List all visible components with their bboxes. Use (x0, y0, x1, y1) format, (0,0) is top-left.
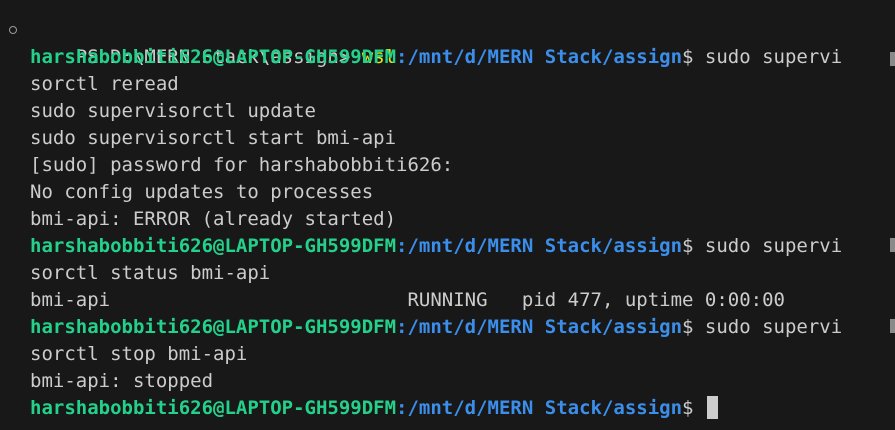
terminal-line-ps-prompt: PS D:\MERN Stack\assign> wsl (0, 17, 895, 68)
prompt-command: $ sudo supervi (682, 316, 843, 338)
prompt-path: :/mnt/d/MERN Stack/assign (396, 235, 683, 257)
terminal-line-output: bmi-api: stopped (30, 370, 214, 392)
prompt-user-host: harshabobbiti626@LAPTOP-GH599DFM (30, 316, 397, 338)
terminal-line-prompt: harshabobbiti626@LAPTOP-GH599DFM:/mnt/d/… (0, 44, 895, 71)
prompt-path: :/mnt/d/MERN Stack/assign (396, 397, 683, 419)
prompt-dollar: $ (682, 397, 705, 419)
scrollbar-marker[interactable] (890, 238, 895, 252)
terminal-line-output: sorctl status bmi-api (30, 262, 271, 284)
scrollbar-marker[interactable] (890, 319, 895, 333)
terminal-line-prompt: harshabobbiti626@LAPTOP-GH599DFM:/mnt/d/… (0, 314, 895, 341)
prompt-user-host: harshabobbiti626@LAPTOP-GH599DFM (30, 235, 397, 257)
terminal-window[interactable]: PS D:\MERN Stack\assign> wsl harshabobbi… (0, 0, 895, 430)
prompt-command: $ sudo supervi (682, 46, 843, 68)
prompt-path: :/mnt/d/MERN Stack/assign (396, 316, 683, 338)
terminal-line-current-prompt[interactable]: harshabobbiti626@LAPTOP-GH599DFM:/mnt/d/… (0, 395, 895, 422)
terminal-line-output: [sudo] password for harshabobbiti626: (30, 154, 454, 176)
terminal-line-output: sudo supervisorctl update (30, 100, 316, 122)
block-cursor-icon (706, 396, 718, 419)
terminal-line-output: No config updates to processes (30, 181, 374, 203)
prompt-command: $ sudo supervi (682, 235, 843, 257)
prompt-user-host: harshabobbiti626@LAPTOP-GH599DFM (30, 46, 397, 68)
terminal-line-output: sudo supervisorctl start bmi-api (30, 127, 397, 149)
prompt-user-host: harshabobbiti626@LAPTOP-GH599DFM (30, 397, 397, 419)
terminal-line-prompt: harshabobbiti626@LAPTOP-GH599DFM:/mnt/d/… (0, 233, 895, 260)
command-marker-icon[interactable] (9, 26, 17, 34)
terminal-line-output: sorctl reread (30, 73, 179, 95)
prompt-path: :/mnt/d/MERN Stack/assign (396, 46, 683, 68)
terminal-line-output: bmi-api: ERROR (already started) (30, 208, 397, 230)
terminal-line-output: sorctl stop bmi-api (30, 343, 248, 365)
terminal-line-output: bmi-api RUNNING pid 477, uptime 0:00:00 (30, 289, 785, 311)
scrollbar-marker[interactable] (890, 52, 895, 66)
